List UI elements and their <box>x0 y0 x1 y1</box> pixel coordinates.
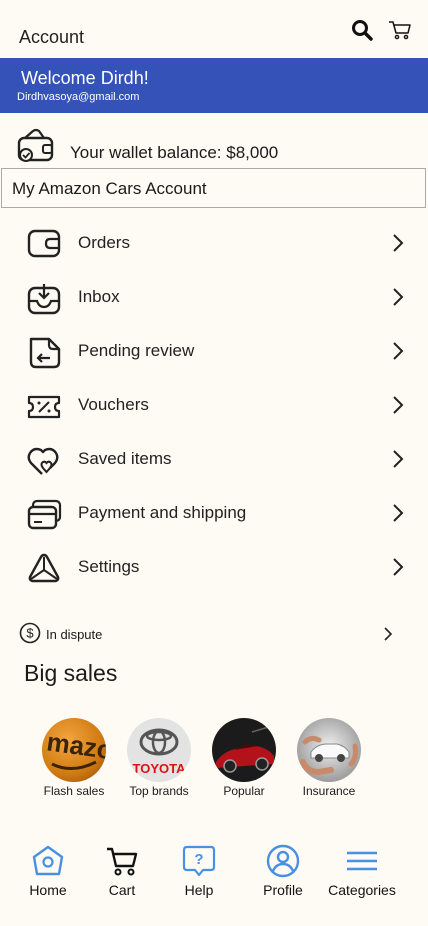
sale-label: Top brands <box>129 784 189 798</box>
sale-top-brands[interactable]: TOYOTA Top brands <box>114 718 204 798</box>
flash-sales-image: mazo <box>42 718 106 782</box>
orders-icon <box>27 229 61 258</box>
menu-item-label: Inbox <box>78 287 120 306</box>
profile-icon <box>266 844 300 878</box>
nav-profile[interactable]: Profile <box>243 844 323 898</box>
cart-icon[interactable] <box>388 19 412 41</box>
inbox-icon <box>27 284 61 315</box>
voucher-icon <box>27 395 61 419</box>
menu-item-label: Orders <box>78 233 130 252</box>
nav-label: Cart <box>108 882 136 898</box>
big-sales-heading: Big sales <box>24 660 118 686</box>
pending-review-icon <box>29 337 61 369</box>
user-email: Dirdhvasoya@gmail.com <box>17 91 140 103</box>
chevron-right-icon <box>393 288 404 306</box>
nav-cart[interactable]: Cart <box>82 844 162 898</box>
nav-label: Categories <box>328 882 396 898</box>
sale-popular[interactable]: Popular <box>199 718 289 798</box>
svg-text:$: $ <box>26 626 34 641</box>
top-brands-image: TOYOTA <box>127 718 191 782</box>
menu-item-vouchers[interactable]: Vouchers <box>0 378 428 432</box>
menu-item-label: Settings <box>78 557 140 576</box>
nav-label: Help <box>184 882 214 898</box>
menu-item-label: Payment and shipping <box>78 503 247 522</box>
nav-categories[interactable]: Categories <box>322 844 402 898</box>
popular-image <box>212 718 276 782</box>
bottom-navigation: Home Cart ? Help Profile Categories <box>0 836 428 906</box>
sale-label: Flash sales <box>43 784 105 798</box>
svg-text:mazo: mazo <box>45 726 106 765</box>
help-icon: ? <box>182 845 216 877</box>
chevron-right-icon <box>393 396 404 414</box>
sale-insurance[interactable]: Insurance <box>284 718 374 798</box>
menu-item-settings[interactable]: Settings <box>0 540 428 594</box>
menu-item-label: Saved items <box>78 449 172 468</box>
in-dispute-label: In dispute <box>46 627 103 642</box>
menu-item-payment-shipping[interactable]: Payment and shipping <box>0 486 428 540</box>
sale-flash-sales[interactable]: mazo Flash sales <box>29 718 119 798</box>
sale-label: Popular <box>223 784 265 798</box>
welcome-banner: Welcome Dirdh! Dirdhvasoya@gmail.com <box>0 58 428 113</box>
chevron-right-icon <box>393 558 404 576</box>
toyota-brand-text: TOYOTA <box>133 761 187 776</box>
nav-help[interactable]: ? Help <box>159 844 239 898</box>
wallet-icon <box>17 128 54 162</box>
nav-home[interactable]: Home <box>8 844 88 898</box>
home-icon <box>32 845 64 876</box>
sale-label: Insurance <box>302 784 356 798</box>
cart-icon <box>107 847 138 876</box>
chevron-right-icon <box>393 450 404 468</box>
saved-items-icon <box>27 447 59 475</box>
dollar-icon: $ <box>19 622 41 644</box>
page-title: Account <box>19 27 85 47</box>
account-header: My Amazon Cars Account <box>1 168 426 208</box>
menu-item-label: Pending review <box>78 341 195 360</box>
in-dispute-row[interactable]: $ In dispute <box>0 620 428 650</box>
nav-label: Home <box>29 882 67 898</box>
search-icon[interactable] <box>351 19 373 41</box>
chevron-right-icon <box>384 627 393 641</box>
account-header-label: My Amazon Cars Account <box>12 179 207 198</box>
chevron-right-icon <box>393 342 404 360</box>
welcome-greeting: Welcome Dirdh! <box>21 68 149 88</box>
chevron-right-icon <box>393 504 404 522</box>
insurance-image <box>297 718 361 782</box>
menu-item-pending-review[interactable]: Pending review <box>0 324 428 378</box>
wallet-balance[interactable]: Your wallet balance: $8,000 <box>0 120 428 168</box>
nav-label: Profile <box>263 882 303 898</box>
menu-item-saved-items[interactable]: Saved items <box>0 432 428 486</box>
menu-icon <box>347 851 377 871</box>
svg-text:?: ? <box>194 851 203 868</box>
chevron-right-icon <box>393 234 404 252</box>
menu-item-inbox[interactable]: Inbox <box>0 270 428 324</box>
settings-icon <box>28 553 60 583</box>
payment-card-icon <box>27 499 62 530</box>
wallet-balance-text: Your wallet balance: $8,000 <box>70 143 279 162</box>
menu-item-orders[interactable]: Orders <box>0 216 428 270</box>
top-bar: Account <box>0 0 428 58</box>
menu-item-label: Vouchers <box>78 395 149 414</box>
